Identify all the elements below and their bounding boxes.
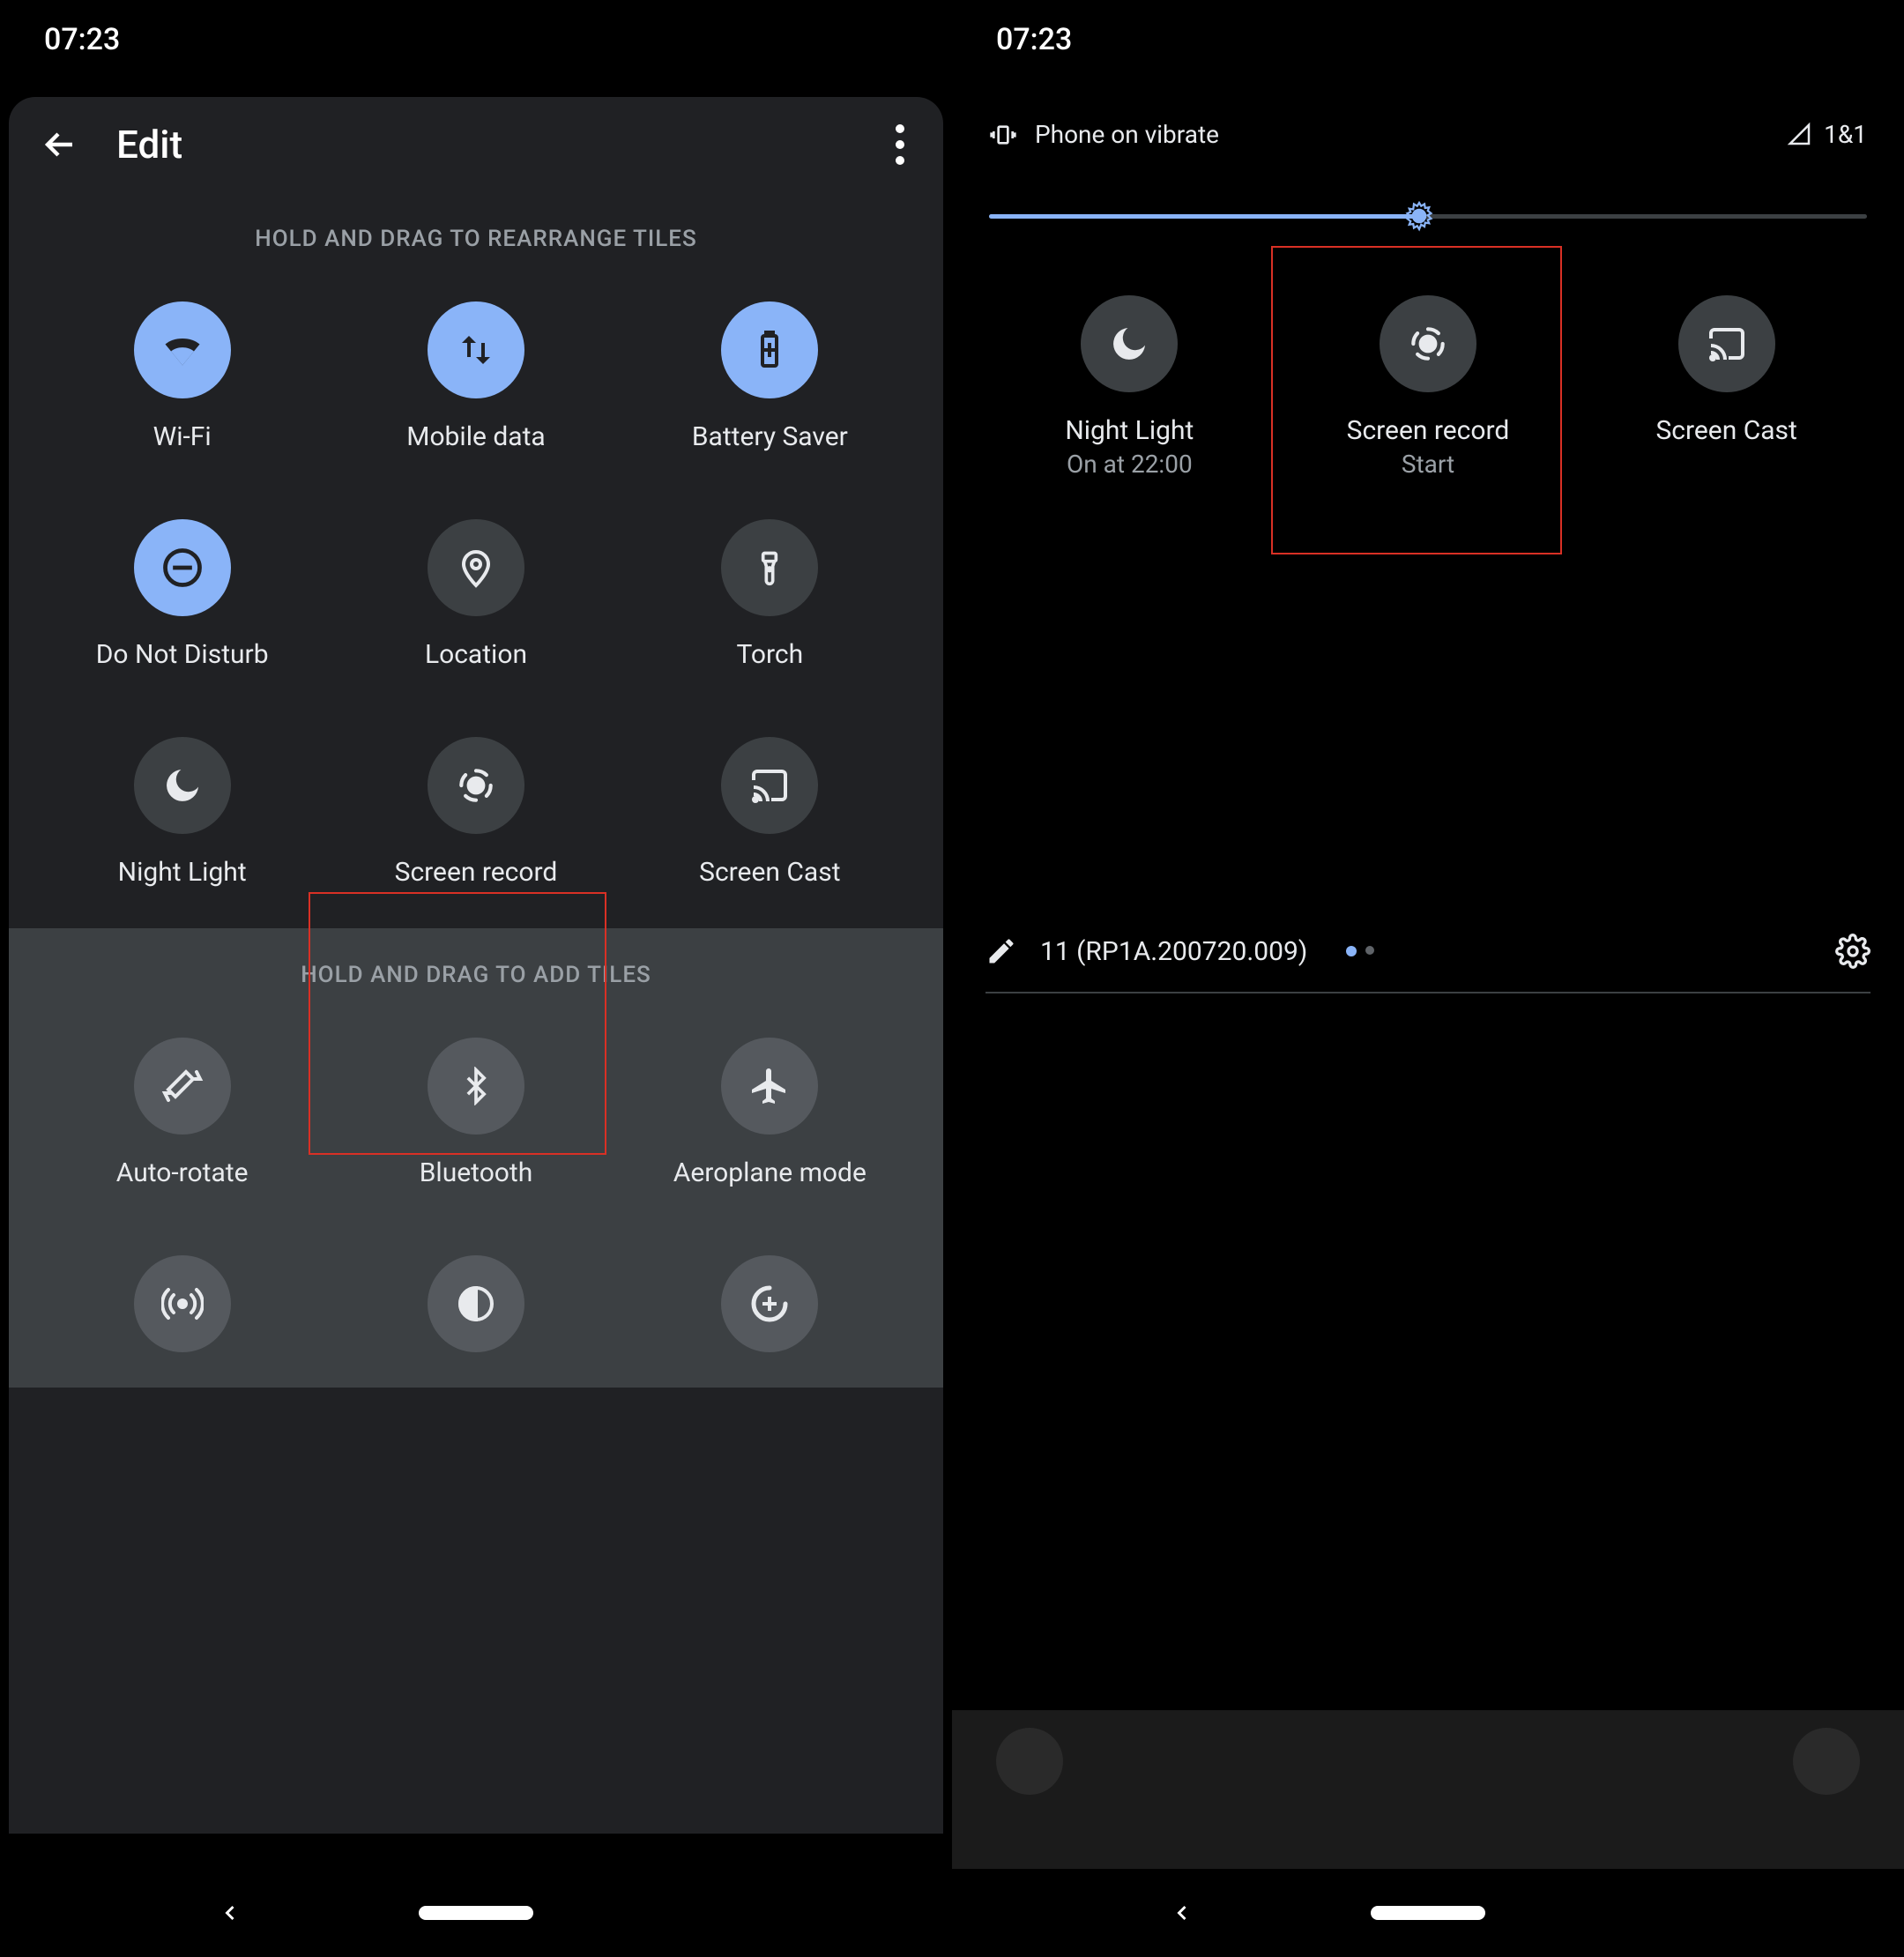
- tile-screen-cast[interactable]: Screen Cast: [623, 711, 917, 928]
- tile-label: Mobile data: [406, 421, 545, 452]
- nav-home-pill[interactable]: [1371, 1906, 1485, 1920]
- screen-record-icon: [1380, 295, 1476, 392]
- tile-label: Wi-Fi: [153, 421, 212, 452]
- nav-home-pill[interactable]: [419, 1906, 533, 1920]
- tile-bluetooth[interactable]: Bluetooth: [329, 1011, 622, 1229]
- tile-dark-theme[interactable]: [329, 1229, 622, 1352]
- quick-settings-panel: Phone on vibrate 1&1 Night Light On at 2…: [963, 97, 1893, 1684]
- night-light-icon: [1081, 295, 1178, 392]
- tile-screen-record[interactable]: Screen record Start: [1279, 269, 1578, 519]
- google-app-icon: [996, 1728, 1063, 1795]
- tile-label: Night Light: [118, 857, 247, 888]
- add-tiles-section: HOLD AND DRAG TO ADD TILES Auto-rotate B…: [9, 928, 943, 1388]
- tile-screen-cast[interactable]: Screen Cast: [1577, 269, 1876, 519]
- hotspot-icon: [134, 1255, 231, 1352]
- bluetooth-icon: [428, 1038, 524, 1135]
- tile-screen-record[interactable]: Screen record: [329, 711, 622, 928]
- status-time: 07:23: [44, 22, 120, 57]
- cast-icon: [1678, 295, 1775, 392]
- tile-label: Battery Saver: [692, 421, 848, 452]
- tile-label: Aeroplane mode: [673, 1157, 866, 1188]
- aeroplane-icon: [721, 1038, 818, 1135]
- tile-label: Location: [425, 639, 527, 670]
- more-menu-icon[interactable]: [896, 124, 904, 165]
- page-dot: [1346, 946, 1357, 956]
- tile-night-light[interactable]: Night Light: [35, 711, 329, 928]
- status-bar: 07:23: [0, 0, 952, 79]
- nav-bar: [0, 1869, 952, 1957]
- location-icon: [428, 519, 524, 616]
- brightness-thumb-icon[interactable]: [1403, 200, 1435, 232]
- rearrange-section-label: HOLD AND DRAG TO REARRANGE TILES: [9, 192, 943, 275]
- phone-right-quick-settings: 07:23 Phone on vibrate 1&1: [952, 0, 1904, 1957]
- tile-label: Auto-rotate: [116, 1157, 249, 1188]
- add-section-label: HOLD AND DRAG TO ADD TILES: [9, 928, 943, 1011]
- home-background: [952, 1710, 1904, 1869]
- edit-pencil-icon[interactable]: [985, 935, 1017, 967]
- screen-record-icon: [428, 737, 524, 834]
- signal-icon: [1787, 122, 1813, 148]
- phone-left-edit-tiles: 07:23 Edit HOLD AND DRAG TO REARRANGE TI…: [0, 0, 952, 1957]
- tile-data-saver[interactable]: [623, 1229, 917, 1352]
- brightness-fill: [989, 214, 1419, 219]
- mobile-data-icon: [428, 301, 524, 398]
- add-tiles-grid: Auto-rotate Bluetooth Aeroplane mode: [9, 1011, 943, 1352]
- tile-auto-rotate[interactable]: Auto-rotate: [35, 1011, 329, 1229]
- nav-back-icon[interactable]: [218, 1901, 242, 1925]
- tile-label: Screen Cast: [699, 857, 840, 888]
- footer-divider: [985, 992, 1871, 993]
- wifi-icon: [134, 301, 231, 398]
- back-arrow-icon[interactable]: [39, 123, 81, 166]
- battery-saver-icon: [721, 301, 818, 398]
- tile-label: Screen Cast: [1655, 415, 1796, 446]
- tile-label: Screen record: [395, 857, 558, 888]
- tile-wifi[interactable]: Wi-Fi: [35, 275, 329, 493]
- status-time: 07:23: [996, 22, 1072, 57]
- tile-label: Torch: [736, 639, 803, 670]
- auto-rotate-icon: [134, 1038, 231, 1135]
- tile-hotspot[interactable]: [35, 1229, 329, 1352]
- qs-footer: 11 (RP1A.200720.009): [963, 907, 1893, 986]
- nav-back-icon[interactable]: [1170, 1901, 1194, 1925]
- page-indicator: [1346, 946, 1374, 956]
- vibrate-icon: [989, 121, 1017, 149]
- tile-dnd[interactable]: Do Not Disturb: [35, 493, 329, 711]
- tile-label: Night Light: [1065, 415, 1194, 446]
- page-dot: [1365, 946, 1374, 955]
- build-label: 11 (RP1A.200720.009): [1040, 936, 1307, 967]
- data-saver-icon: [721, 1255, 818, 1352]
- dnd-icon: [134, 519, 231, 616]
- tile-torch[interactable]: Torch: [623, 493, 917, 711]
- tile-location[interactable]: Location: [329, 493, 622, 711]
- active-tiles-grid: Wi-Fi Mobile data Battery Saver Do Not D: [9, 275, 943, 928]
- tile-night-light[interactable]: Night Light On at 22:00: [980, 269, 1279, 519]
- qs-status-row: Phone on vibrate 1&1: [963, 97, 1893, 167]
- ringer-mode-label: Phone on vibrate: [1035, 120, 1219, 149]
- settings-gear-icon[interactable]: [1835, 934, 1871, 969]
- tile-sublabel: On at 22:00: [1067, 450, 1193, 479]
- tile-label: Do Not Disturb: [96, 639, 269, 670]
- page-title: Edit: [116, 122, 860, 167]
- status-bar: 07:23: [952, 0, 1904, 79]
- tile-label: Bluetooth: [420, 1157, 533, 1188]
- carrier-label: 1&1: [1824, 120, 1867, 149]
- assistant-app-icon: [1793, 1728, 1860, 1795]
- torch-icon: [721, 519, 818, 616]
- night-light-icon: [134, 737, 231, 834]
- qs-tiles-grid: Night Light On at 22:00 Screen record St…: [963, 242, 1893, 581]
- cast-icon: [721, 737, 818, 834]
- edit-panel: Edit HOLD AND DRAG TO REARRANGE TILES Wi…: [9, 97, 943, 1834]
- nav-bar: [952, 1869, 1904, 1957]
- edit-header: Edit: [9, 97, 943, 192]
- tile-mobile-data[interactable]: Mobile data: [329, 275, 622, 493]
- tile-battery-saver[interactable]: Battery Saver: [623, 275, 917, 493]
- tile-sublabel: Start: [1402, 450, 1454, 479]
- brightness-slider[interactable]: [989, 198, 1867, 234]
- dark-theme-icon: [428, 1255, 524, 1352]
- tile-aeroplane-mode[interactable]: Aeroplane mode: [623, 1011, 917, 1229]
- tile-label: Screen record: [1347, 415, 1510, 446]
